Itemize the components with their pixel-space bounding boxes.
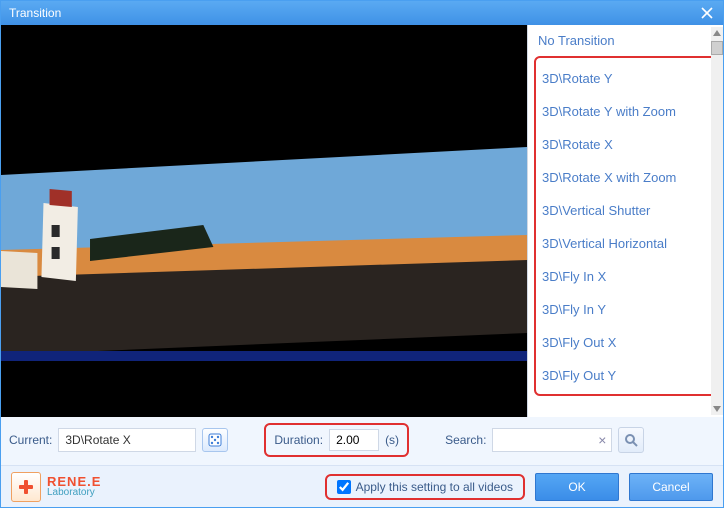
- search-button[interactable]: [618, 427, 644, 453]
- transition-item-none[interactable]: No Transition: [534, 29, 717, 56]
- current-input[interactable]: [58, 428, 196, 452]
- transition-item[interactable]: 3D\Rotate Y: [540, 62, 711, 95]
- close-button[interactable]: [699, 5, 715, 21]
- transition-item[interactable]: 3D\Fly Out X: [540, 326, 711, 359]
- list-scrollbar[interactable]: [711, 27, 723, 415]
- transition-item[interactable]: 3D\Rotate X: [540, 128, 711, 161]
- current-label: Current:: [9, 433, 52, 447]
- apply-all-group: Apply this setting to all videos: [325, 474, 525, 500]
- controls-row: Current: Duration: (s) Search: ×: [1, 417, 723, 465]
- duration-label: Duration:: [274, 433, 323, 447]
- search-icon: [624, 433, 638, 447]
- transition-item[interactable]: 3D\Fly Out Y: [540, 359, 711, 392]
- transition-item[interactable]: 3D\Fly In X: [540, 260, 711, 293]
- transition-dialog: Transition: [0, 0, 724, 508]
- transition-item[interactable]: 3D\Rotate X with Zoom: [540, 161, 711, 194]
- apply-all-label: Apply this setting to all videos: [356, 480, 513, 494]
- highlight-annotation: 3D\Rotate Y 3D\Rotate Y with Zoom 3D\Rot…: [534, 56, 717, 396]
- preview-image: [1, 25, 527, 417]
- duration-input[interactable]: [329, 429, 379, 451]
- brand-logo: RENE.E Laboratory: [11, 472, 101, 502]
- preview-pane: [1, 25, 527, 417]
- apply-all-checkbox[interactable]: [337, 480, 351, 494]
- search-label: Search:: [445, 433, 486, 447]
- search-wrap: ×: [492, 428, 612, 452]
- plus-icon: [17, 478, 35, 496]
- titlebar: Transition: [1, 1, 723, 25]
- brand-badge-icon: [11, 472, 41, 502]
- duration-group: Duration: (s): [264, 423, 409, 457]
- brand-line2: Laboratory: [47, 488, 101, 498]
- bottom-bar: RENE.E Laboratory Apply this setting to …: [1, 465, 723, 507]
- random-button[interactable]: [202, 428, 228, 452]
- scroll-thumb[interactable]: [711, 41, 723, 55]
- scroll-up-icon[interactable]: [711, 27, 723, 39]
- transition-item[interactable]: 3D\Vertical Horizontal: [540, 227, 711, 260]
- transition-item[interactable]: 3D\Fly In Y: [540, 293, 711, 326]
- content-area: No Transition 3D\Rotate Y 3D\Rotate Y wi…: [1, 25, 723, 417]
- ok-button[interactable]: OK: [535, 473, 619, 501]
- cancel-button[interactable]: Cancel: [629, 473, 713, 501]
- clear-search-button[interactable]: ×: [598, 432, 606, 448]
- window-title: Transition: [9, 6, 699, 20]
- search-input[interactable]: [492, 428, 612, 452]
- close-icon: [701, 7, 713, 19]
- transition-item[interactable]: 3D\Vertical Shutter: [540, 194, 711, 227]
- dice-icon: [207, 432, 223, 448]
- transition-list[interactable]: No Transition 3D\Rotate Y 3D\Rotate Y wi…: [528, 25, 723, 417]
- transition-item[interactable]: 3D\Rotate Y with Zoom: [540, 95, 711, 128]
- scroll-down-icon[interactable]: [711, 403, 723, 415]
- duration-unit: (s): [385, 433, 399, 447]
- brand-text: RENE.E Laboratory: [47, 475, 101, 498]
- transition-list-panel: No Transition 3D\Rotate Y 3D\Rotate Y wi…: [527, 25, 723, 417]
